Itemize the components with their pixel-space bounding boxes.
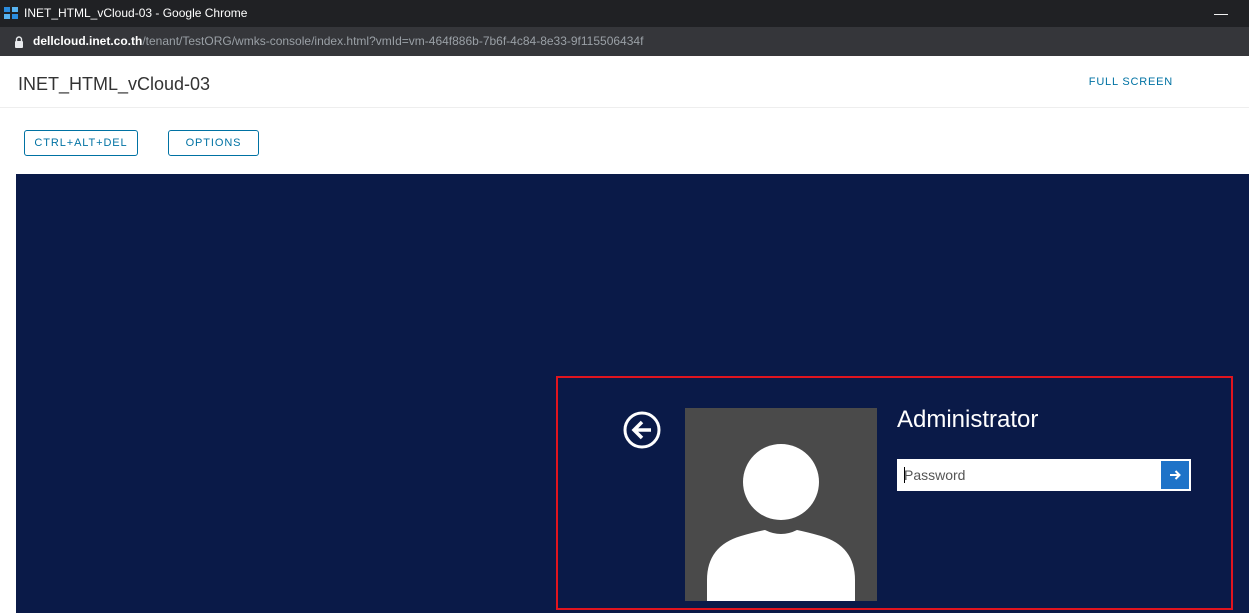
- user-silhouette-icon: [707, 444, 855, 601]
- window-title-bar: INET_HTML_vCloud-03 - Google Chrome —: [0, 0, 1249, 27]
- arrow-right-icon: [1170, 470, 1181, 480]
- window-title: INET_HTML_vCloud-03 - Google Chrome: [24, 6, 248, 20]
- minimize-button[interactable]: —: [1213, 4, 1229, 22]
- page-header: INET_HTML_vCloud-03 FULL SCREEN: [0, 56, 1249, 108]
- address-bar[interactable]: dellcloud.inet.co.th/tenant/TestORG/wmks…: [0, 27, 1249, 56]
- url-path: /tenant/TestORG/wmks-console/index.html?…: [142, 34, 644, 48]
- url-text[interactable]: dellcloud.inet.co.th/tenant/TestORG/wmks…: [33, 34, 643, 48]
- options-button[interactable]: OPTIONS: [168, 130, 259, 156]
- back-arrow-circle-icon[interactable]: [622, 410, 662, 450]
- url-host: dellcloud.inet.co.th: [33, 34, 143, 48]
- text-caret: [904, 467, 905, 483]
- chrome-app-icon: [4, 7, 18, 19]
- ctrl-alt-del-button[interactable]: CTRL+ALT+DEL: [24, 130, 138, 156]
- full-screen-button[interactable]: FULL SCREEN: [1089, 76, 1173, 88]
- password-input[interactable]: [898, 460, 1160, 490]
- page-title: INET_HTML_vCloud-03: [18, 74, 211, 94]
- submit-login-button[interactable]: [1161, 461, 1189, 489]
- user-avatar: [685, 408, 877, 601]
- lock-icon: [15, 36, 23, 48]
- login-username: Administrator: [897, 406, 1039, 433]
- console-toolbar: CTRL+ALT+DEL OPTIONS: [0, 108, 1249, 174]
- password-field-container: [897, 459, 1191, 491]
